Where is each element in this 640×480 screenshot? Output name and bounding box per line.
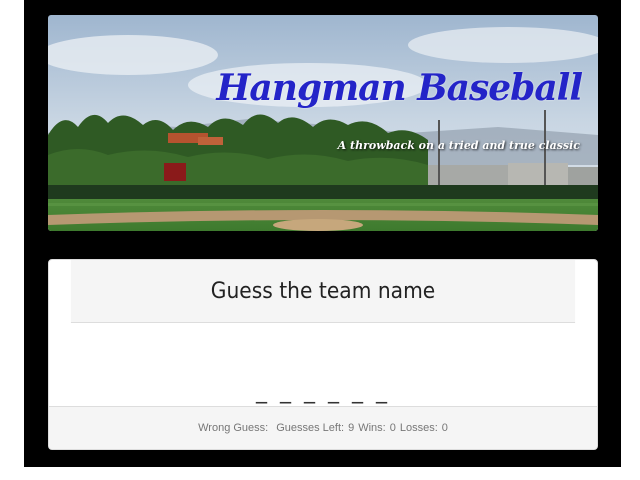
- losses-label: Losses:: [399, 422, 438, 434]
- masked-word: _ _ _ _ _ _: [256, 379, 390, 404]
- banner-title: Hangman Baseball: [216, 67, 583, 109]
- game-panel: Guess the team name _ _ _ _ _ _ Wrong Gu…: [48, 259, 598, 450]
- game-heading-text: Guess the team name: [210, 278, 436, 304]
- losses-value: 0: [441, 422, 448, 434]
- wins-label: Wins:: [358, 422, 386, 434]
- banner-tagline: A throwback on a tried and true classic: [337, 139, 580, 152]
- guesses-left-label: Guesses Left:: [276, 422, 345, 434]
- game-heading: Guess the team name: [70, 260, 576, 323]
- baseball-field-photo: [48, 15, 598, 231]
- wins-value: 0: [389, 422, 396, 434]
- stats-footer: Wrong Guess: Guesses Left: 9 Wins: 0 Los…: [49, 406, 597, 449]
- game-body: _ _ _ _ _ _: [49, 323, 597, 409]
- banner: Hangman Baseball A throwback on a tried …: [48, 15, 598, 231]
- guesses-left-value: 9: [348, 422, 355, 434]
- wrong-guess-label: Wrong Guess:: [198, 422, 269, 434]
